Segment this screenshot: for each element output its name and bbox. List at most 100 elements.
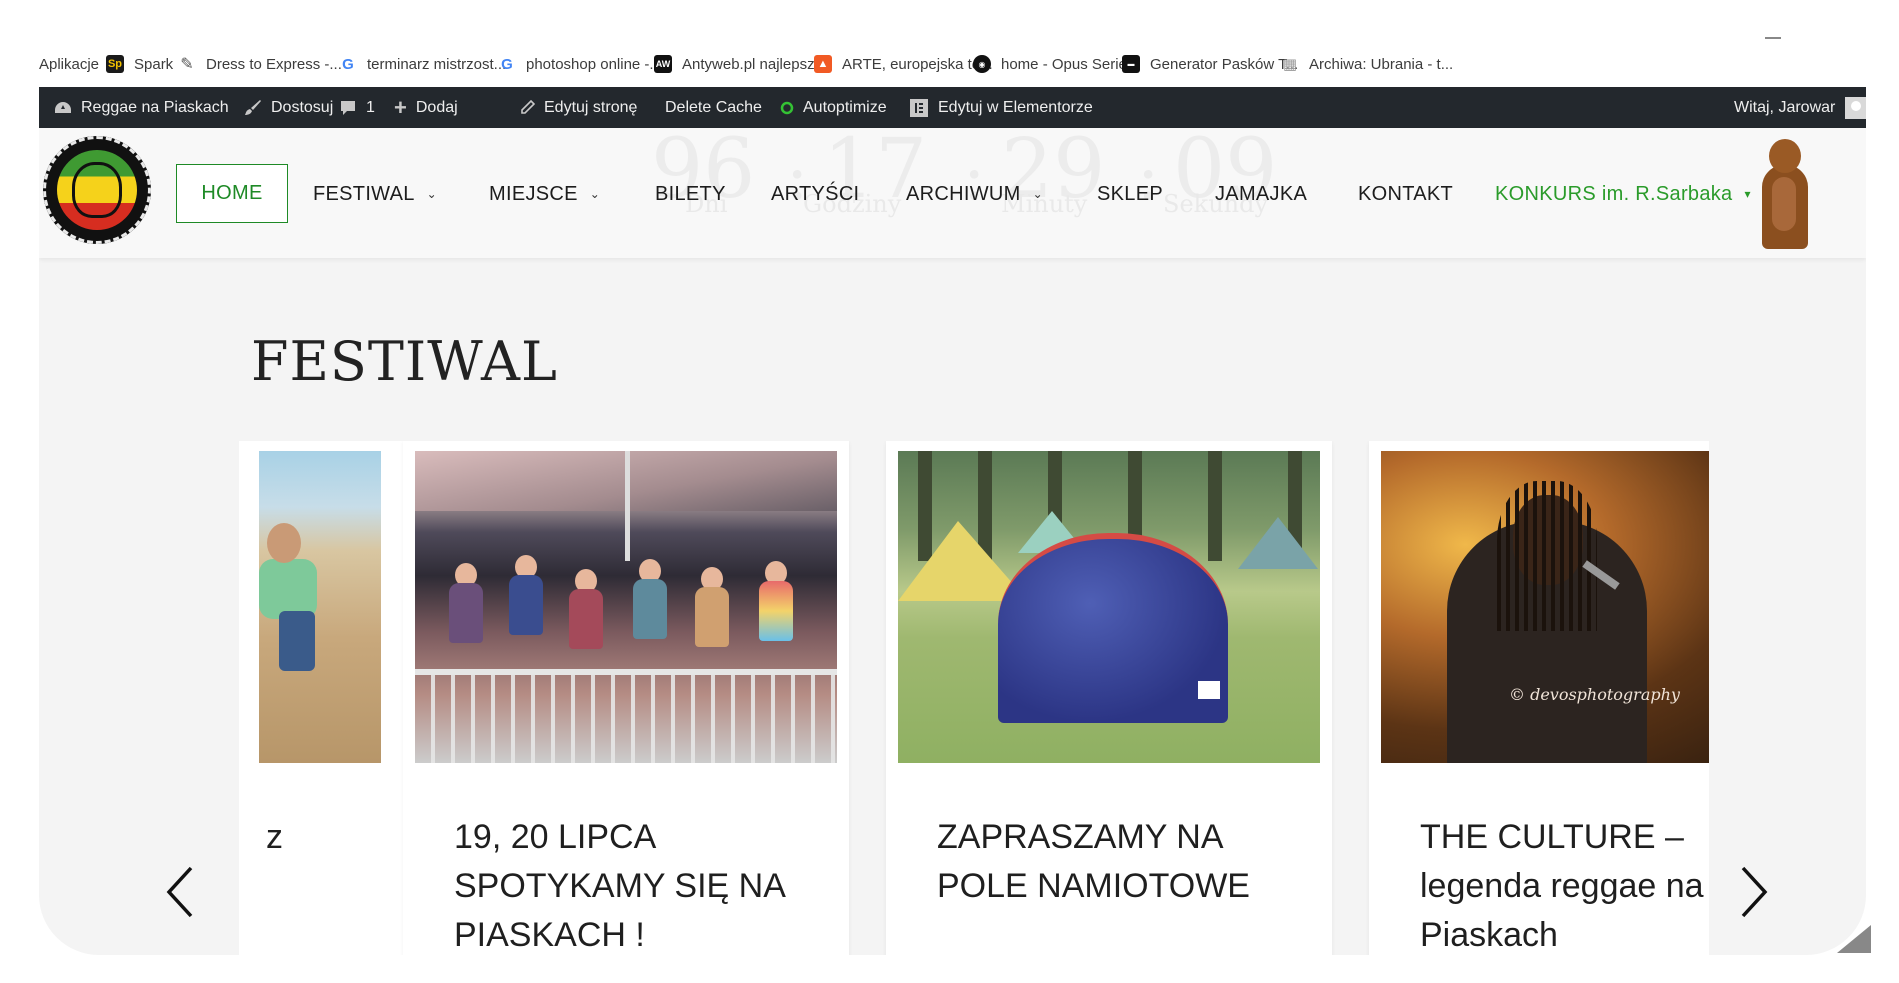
admin-autoptimize[interactable]: Autoptimize (780, 87, 887, 128)
page-title: FESTIWAL (251, 330, 558, 393)
post-card[interactable]: © devosphotography THE CULTURE – legenda… (1369, 441, 1709, 955)
bookmarks-bar: Aplikacje Sp Spark ✎ Dress to Express -.… (39, 0, 1866, 87)
post-title[interactable]: ZAPRASZAMY NA POLE NAMIOTOWE (937, 813, 1307, 911)
status-circle-icon (780, 101, 794, 115)
statue-image[interactable] (1758, 139, 1810, 249)
post-photo[interactable] (898, 451, 1320, 763)
chevron-down-icon: ▾ (1744, 187, 1751, 201)
avatar (1845, 96, 1866, 119)
nav-kontakt[interactable]: KONTAKT (1358, 164, 1453, 224)
photo-figure (569, 589, 603, 649)
admin-greeting: Witaj, Jarowar (1734, 98, 1836, 116)
post-photo[interactable] (415, 451, 837, 763)
archive-icon: ▦ (1282, 56, 1298, 73)
post-title[interactable]: THE CULTURE – legenda reggae na Piaskach (1420, 813, 1709, 955)
post-slider: z 19, 20 LIPCA SPOTYKAMY SIĘ NA PIASKACH… (239, 441, 1709, 955)
admin-delete-cache[interactable]: Delete Cache (665, 87, 762, 128)
admin-site-link[interactable]: Reggae na Piaskach (54, 87, 229, 128)
admin-comments-count: 1 (366, 98, 375, 116)
nav-archiwum-label: ARCHIWUM (906, 182, 1021, 205)
plus-icon: + (394, 94, 407, 120)
bookmark-antyweb[interactable]: AW Antyweb.pl najlepsz... (654, 52, 827, 76)
bookmark-label: Antyweb.pl najlepsz... (682, 55, 828, 73)
dress-icon: ✎ (180, 56, 194, 73)
statue-body (1762, 165, 1808, 249)
nav-home-label: HOME (201, 182, 263, 204)
photo-figure (1497, 481, 1597, 631)
bookmark-opus[interactable]: ◉ home - Opus Series (973, 52, 1134, 76)
logo-ring (43, 136, 151, 244)
nav-jamajka-label: JAMAJKA (1215, 182, 1308, 205)
bookmark-label: home - Opus Series (1001, 55, 1135, 73)
admin-comments[interactable]: 1 (339, 87, 375, 128)
bookmark-label: photoshop online -... (526, 55, 662, 73)
comment-icon (339, 99, 357, 117)
bookmark-label: Archiwa: Ubrania - t... (1309, 55, 1454, 73)
site-logo[interactable] (43, 136, 151, 244)
admin-delete-cache-label: Delete Cache (665, 98, 762, 116)
photo-figure (759, 581, 793, 641)
admin-add-label: Dodaj (415, 98, 458, 116)
bookmark-terminarz[interactable]: G terminarz mistrzost... (339, 52, 506, 76)
bookmark-spark[interactable]: Sp Spark (106, 52, 173, 76)
nav-archiwum[interactable]: ARCHIWUM ⌄ (906, 164, 1043, 224)
nav-kontakt-label: KONTAKT (1358, 182, 1454, 205)
arte-icon: ▲ (814, 55, 832, 73)
slider-next-button[interactable] (1733, 864, 1773, 920)
bookmark-arte[interactable]: ▲ ARTE, europejska te... (814, 52, 993, 76)
nav-jamajka[interactable]: JAMAJKA (1215, 164, 1307, 224)
nav-miejsce[interactable]: MIEJSCE ⌄ (489, 164, 600, 224)
nav-konkurs[interactable]: KONKURS im. R.Sarbaka ▾ (1495, 164, 1751, 224)
chevron-left-icon (166, 866, 193, 918)
wp-admin-bar: Reggae na Piaskach Dostosuj 1 + Dodaj Ed… (39, 87, 1866, 128)
pencil-icon (519, 99, 535, 116)
bookmark-dress-to-express[interactable]: ✎ Dress to Express -... (178, 52, 342, 76)
brush-icon (244, 99, 262, 117)
admin-elementor[interactable]: Edytuj w Elementorze (909, 87, 1093, 128)
admin-edit-label: Edytuj stronę (544, 98, 638, 116)
chevron-right-icon (1741, 866, 1768, 918)
photo-figure (267, 523, 301, 563)
photo-figure (695, 587, 729, 647)
nav-bilety[interactable]: BILETY (655, 164, 726, 224)
browser-window: Aplikacje Sp Spark ✎ Dress to Express -.… (39, 0, 1866, 955)
admin-add-new[interactable]: + Dodaj (394, 87, 458, 128)
photo-tree (1208, 451, 1222, 561)
admin-site-label: Reggae na Piaskach (81, 98, 229, 116)
spark-icon: Sp (106, 55, 124, 73)
photo-figure (509, 575, 543, 635)
photo-tent (1238, 517, 1318, 569)
barrier-fence (415, 669, 837, 763)
nav-sklep[interactable]: SKLEP (1097, 164, 1163, 224)
google-icon: G (501, 55, 513, 73)
nav-artysci[interactable]: ARTYŚCI (771, 164, 859, 224)
bookmark-archiwa[interactable]: ▦ Archiwa: Ubrania - t... (1281, 52, 1453, 76)
post-title[interactable]: 19, 20 LIPCA SPOTYKAMY SIĘ NA PIASKACH ! (454, 813, 824, 955)
nav-festiwal[interactable]: FESTIWAL ⌄ (313, 164, 437, 224)
slider-prev-button[interactable] (161, 864, 201, 920)
google-icon: G (342, 55, 354, 73)
admin-customize[interactable]: Dostosuj (244, 87, 333, 128)
bookmark-generator[interactable]: ▬ Generator Pasków T... (1122, 52, 1298, 76)
nav-home[interactable]: HOME (176, 164, 288, 223)
opus-icon: ◉ (973, 55, 991, 73)
bookmark-photoshop[interactable]: G photoshop online -... (498, 52, 662, 76)
tent-pole (625, 451, 630, 561)
page-corner-icon (1837, 925, 1871, 953)
post-card[interactable]: 19, 20 LIPCA SPOTYKAMY SIĘ NA PIASKACH ! (403, 441, 849, 955)
photo-figure (259, 559, 317, 619)
photo-figure (449, 583, 483, 643)
chevron-down-icon: ⌄ (426, 187, 438, 201)
post-photo[interactable] (259, 451, 381, 763)
photo-figure (633, 579, 667, 639)
post-photo[interactable]: © devosphotography (1381, 451, 1709, 763)
bookmark-label: Aplikacje (39, 55, 100, 73)
generator-icon: ▬ (1122, 55, 1140, 73)
statue-head (1769, 139, 1801, 173)
minimize-icon[interactable] (1765, 37, 1781, 39)
post-card[interactable]: ZAPRASZAMY NA POLE NAMIOTOWE (886, 441, 1332, 955)
admin-edit-page[interactable]: Edytuj stronę (519, 87, 637, 128)
bookmark-label: Generator Pasków T... (1150, 55, 1299, 73)
admin-account[interactable]: Witaj, Jarowar (1734, 87, 1866, 128)
bookmark-apps[interactable]: Aplikacje (39, 52, 99, 76)
